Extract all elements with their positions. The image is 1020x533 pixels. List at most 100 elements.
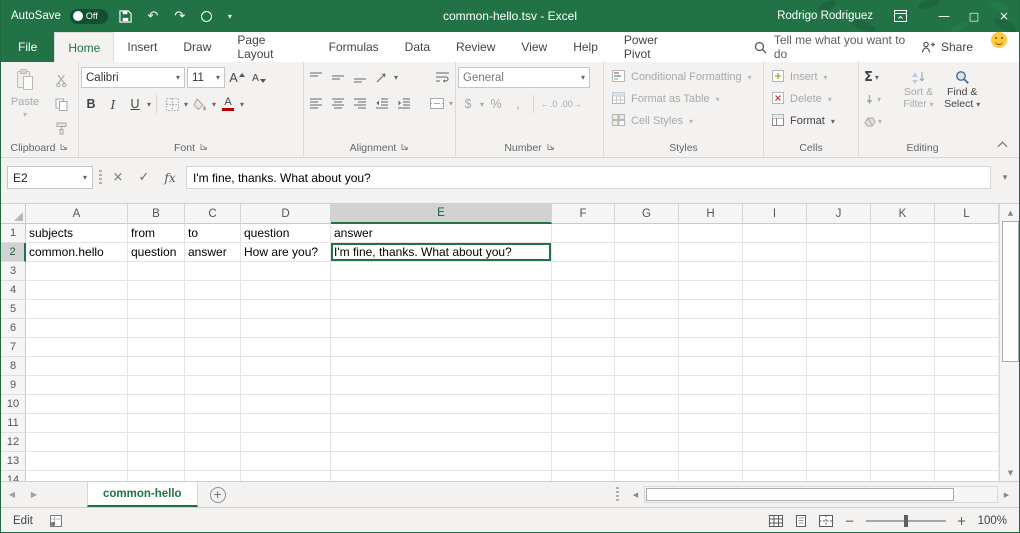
cell-K11[interactable] <box>871 414 935 433</box>
cell-F5[interactable] <box>552 300 615 319</box>
row-header-8[interactable]: 8 <box>1 357 26 376</box>
cell-E2[interactable]: I'm fine, thanks. What about you? <box>331 243 552 262</box>
share-button[interactable]: Share <box>921 32 973 62</box>
row-header-9[interactable]: 9 <box>1 376 26 395</box>
column-header-B[interactable]: B <box>128 204 185 224</box>
cell-D4[interactable] <box>241 281 331 300</box>
cell-G6[interactable] <box>615 319 679 338</box>
insert-cells-button[interactable]: Insert ▾ <box>766 66 856 88</box>
cell-K8[interactable] <box>871 357 935 376</box>
scroll-down-icon[interactable]: ▼ <box>1000 464 1019 481</box>
orientation-dropdown-icon[interactable]: ▾ <box>394 73 398 82</box>
align-left-icon[interactable] <box>306 93 326 113</box>
cell-D7[interactable] <box>241 338 331 357</box>
column-header-G[interactable]: G <box>615 204 679 224</box>
cell-A8[interactable] <box>26 357 128 376</box>
cell-C1[interactable]: to <box>185 224 241 243</box>
number-dialog-launcher-icon[interactable] <box>547 142 555 154</box>
cell-E10[interactable] <box>331 395 552 414</box>
cell-C13[interactable] <box>185 452 241 471</box>
collapse-ribbon-icon[interactable] <box>998 142 1008 152</box>
cell-H7[interactable] <box>679 338 743 357</box>
zoom-percent[interactable]: 100% <box>978 515 1007 527</box>
cell-L9[interactable] <box>935 376 999 395</box>
cell-D1[interactable]: question <box>241 224 331 243</box>
find-select-button[interactable]: Find & Select ▾ <box>940 64 984 139</box>
cell-I13[interactable] <box>743 452 807 471</box>
cell-H9[interactable] <box>679 376 743 395</box>
cell-C9[interactable] <box>185 376 241 395</box>
hscroll-left-icon[interactable]: ◀ <box>627 491 644 499</box>
cell-G1[interactable] <box>615 224 679 243</box>
column-header-H[interactable]: H <box>679 204 743 224</box>
cell-K5[interactable] <box>871 300 935 319</box>
cell-A1[interactable]: subjects <box>26 224 128 243</box>
cell-D10[interactable] <box>241 395 331 414</box>
undo-icon[interactable]: ↶ <box>144 7 162 25</box>
fill-color-dropdown-icon[interactable]: ▾ <box>212 100 216 109</box>
cell-K10[interactable] <box>871 395 935 414</box>
cell-H11[interactable] <box>679 414 743 433</box>
cell-K3[interactable] <box>871 262 935 281</box>
cell-A3[interactable] <box>26 262 128 281</box>
cell-J3[interactable] <box>807 262 871 281</box>
accounting-dropdown-icon[interactable]: ▾ <box>480 100 484 109</box>
cell-A6[interactable] <box>26 319 128 338</box>
increase-indent-icon[interactable] <box>394 93 414 113</box>
font-size-select[interactable]: 11▾ <box>187 67 225 88</box>
italic-button[interactable]: I <box>103 94 123 114</box>
cell-I9[interactable] <box>743 376 807 395</box>
row-header-7[interactable]: 7 <box>1 338 26 357</box>
tab-view[interactable]: View <box>508 32 560 62</box>
cell-K4[interactable] <box>871 281 935 300</box>
cell-B3[interactable] <box>128 262 185 281</box>
cell-L1[interactable] <box>935 224 999 243</box>
cell-I4[interactable] <box>743 281 807 300</box>
macro-record-icon[interactable] <box>49 515 63 527</box>
cell-B2[interactable]: question <box>128 243 185 262</box>
zoom-slider[interactable] <box>866 514 946 528</box>
tab-data[interactable]: Data <box>392 32 443 62</box>
row-header-10[interactable]: 10 <box>1 395 26 414</box>
cell-C8[interactable] <box>185 357 241 376</box>
merge-center-dropdown-icon[interactable]: ▾ <box>449 99 453 108</box>
cell-J9[interactable] <box>807 376 871 395</box>
cell-D5[interactable] <box>241 300 331 319</box>
cell-I14[interactable] <box>743 471 807 481</box>
cell-A12[interactable] <box>26 433 128 452</box>
cell-L2[interactable] <box>935 243 999 262</box>
underline-dropdown-icon[interactable]: ▾ <box>147 100 151 109</box>
grow-font-icon[interactable]: A <box>227 68 247 88</box>
cell-styles-button[interactable]: Cell Styles ▾ <box>606 110 761 132</box>
tab-insert[interactable]: Insert <box>114 32 170 62</box>
cell-K9[interactable] <box>871 376 935 395</box>
number-format-select[interactable]: General▾ <box>458 67 590 88</box>
cell-L7[interactable] <box>935 338 999 357</box>
tab-help[interactable]: Help <box>560 32 611 62</box>
cell-F1[interactable] <box>552 224 615 243</box>
comma-style-icon[interactable]: , <box>508 94 528 114</box>
cell-B14[interactable] <box>128 471 185 481</box>
cell-C5[interactable] <box>185 300 241 319</box>
tab-draw[interactable]: Draw <box>170 32 224 62</box>
cell-A13[interactable] <box>26 452 128 471</box>
tell-me-box[interactable]: Tell me what you want to do <box>754 32 921 62</box>
sheetbar-resize-dots[interactable] <box>616 487 619 502</box>
column-header-K[interactable]: K <box>871 204 935 224</box>
cell-K7[interactable] <box>871 338 935 357</box>
orientation-icon[interactable] <box>372 67 392 87</box>
cell-C12[interactable] <box>185 433 241 452</box>
row-header-4[interactable]: 4 <box>1 281 26 300</box>
borders-dropdown-icon[interactable]: ▾ <box>184 100 188 109</box>
cell-I6[interactable] <box>743 319 807 338</box>
cell-B8[interactable] <box>128 357 185 376</box>
autosave-toggle[interactable]: Off <box>70 9 108 24</box>
cell-E12[interactable] <box>331 433 552 452</box>
cell-I2[interactable] <box>743 243 807 262</box>
row-header-3[interactable]: 3 <box>1 262 26 281</box>
cell-B11[interactable] <box>128 414 185 433</box>
cell-E7[interactable] <box>331 338 552 357</box>
cell-F11[interactable] <box>552 414 615 433</box>
cell-L11[interactable] <box>935 414 999 433</box>
cell-H1[interactable] <box>679 224 743 243</box>
